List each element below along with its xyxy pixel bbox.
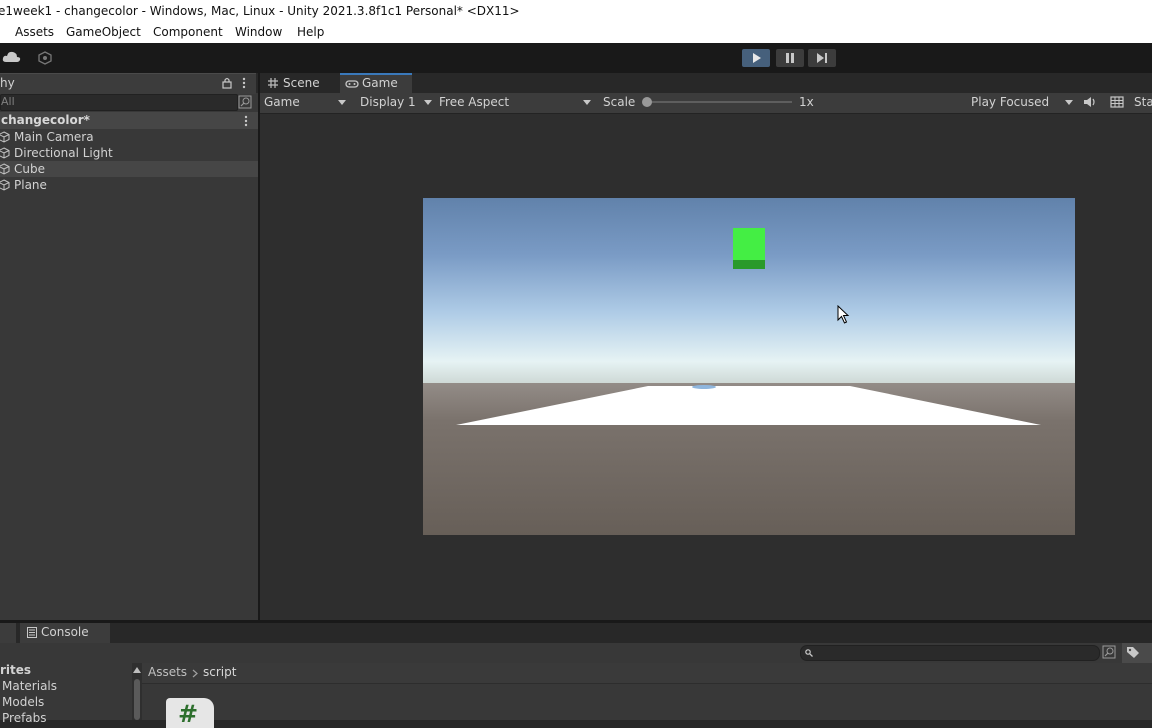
window-title-bar: e1week1 - changecolor - Windows, Mac, Li… — [0, 0, 1152, 22]
step-button[interactable] — [808, 49, 836, 67]
chevron-down-icon — [583, 100, 591, 105]
aspect-dropdown[interactable]: Free Aspect — [434, 93, 594, 112]
step-icon — [817, 53, 827, 63]
scale-label: Scale — [603, 95, 636, 109]
collab-icon[interactable] — [38, 51, 52, 65]
play-mode-label: Play Focused — [971, 95, 1050, 109]
script-icon-glyph: # — [178, 700, 199, 728]
display-dropdown[interactable]: Display 1 — [352, 93, 434, 112]
mouse-cursor-icon — [837, 305, 850, 324]
folder-models[interactable]: Models — [2, 695, 44, 709]
folder-tree-scrollbar[interactable] — [132, 663, 142, 720]
breadcrumb: Assets script — [142, 663, 1152, 684]
menu-gameobject[interactable]: GameObject — [66, 25, 141, 39]
csharp-script-asset[interactable]: # — [166, 698, 214, 728]
menu-component[interactable]: Component — [153, 25, 223, 39]
scene-grid-icon — [268, 78, 278, 88]
tab-console[interactable]: Console — [20, 623, 110, 643]
hierarchy-item-cube[interactable]: Cube — [0, 161, 258, 177]
project-folder-tree: rites Materials Models Prefabs — [0, 663, 132, 725]
play-button[interactable] — [742, 49, 770, 67]
chevron-down-icon — [1065, 100, 1073, 105]
folder-prefabs[interactable]: Prefabs — [2, 711, 47, 725]
scrollbar-thumb[interactable] — [134, 679, 140, 720]
scene-header[interactable]: changecolor* — [0, 112, 258, 129]
gameobject-icon — [0, 179, 10, 191]
search-by-type-icon[interactable] — [1102, 645, 1116, 659]
hierarchy-item-main-camera[interactable]: Main Camera — [0, 129, 258, 145]
audio-icon[interactable] — [1083, 96, 1097, 108]
window-title: e1week1 - changecolor - Windows, Mac, Li… — [0, 4, 520, 18]
tab-game[interactable]: Game — [340, 73, 412, 93]
gameobject-icon — [0, 147, 10, 159]
menu-window[interactable]: Window — [235, 25, 282, 39]
hierarchy-search-placeholder: All — [1, 95, 15, 108]
scene-name: changecolor* — [1, 113, 90, 127]
play-mode-dropdown[interactable]: Play Focused — [966, 93, 1078, 112]
scene-menu-icon[interactable] — [244, 115, 248, 127]
chevron-right-icon — [192, 669, 198, 678]
hierarchy-search-input[interactable]: All — [0, 94, 238, 111]
hierarchy-item-label: Plane — [14, 178, 47, 192]
kebab-menu-icon[interactable] — [242, 77, 246, 89]
folder-materials[interactable]: Materials — [2, 679, 57, 693]
play-icon — [753, 53, 761, 63]
stats-button[interactable]: Sta — [1134, 95, 1152, 109]
pause-button[interactable] — [776, 49, 804, 67]
chevron-down-icon — [338, 100, 346, 105]
display-label: Display 1 — [360, 95, 416, 109]
chevron-down-icon — [424, 100, 432, 105]
scale-slider-track[interactable] — [646, 101, 792, 103]
breadcrumb-assets[interactable]: Assets — [148, 665, 187, 679]
label-filter-button[interactable] — [1122, 643, 1152, 663]
bottom-tabbar — [0, 623, 1152, 643]
pause-icon — [786, 53, 794, 63]
menu-bar: Assets GameObject Component Window Help — [0, 22, 1152, 44]
menu-help[interactable]: Help — [297, 25, 324, 39]
view-mode-dropdown[interactable]: Game — [260, 93, 350, 112]
hierarchy-tab-label: hy — [0, 76, 15, 90]
hierarchy-item-label: Cube — [14, 162, 45, 176]
hierarchy-tab[interactable]: hy — [0, 73, 256, 94]
gameobject-icon — [0, 131, 10, 143]
hierarchy-item-directional-light[interactable]: Directional Light — [0, 145, 258, 161]
cloud-icon[interactable] — [2, 50, 22, 64]
lock-icon[interactable] — [222, 77, 232, 89]
scroll-up-icon[interactable] — [133, 667, 141, 673]
menu-assets[interactable]: Assets — [15, 25, 54, 39]
aspect-label: Free Aspect — [439, 95, 510, 109]
hierarchy-item-label: Main Camera — [14, 130, 94, 144]
console-icon — [27, 627, 37, 638]
console-tab-label: Console — [41, 625, 89, 639]
search-icon — [805, 649, 813, 657]
tab-scene[interactable]: Scene — [264, 73, 336, 93]
gameobject-icon — [0, 163, 10, 175]
tag-icon — [1127, 647, 1139, 658]
main-toolbar — [0, 43, 1152, 73]
hierarchy-item-label: Directional Light — [14, 146, 113, 160]
project-search-input[interactable] — [800, 645, 1100, 661]
game-viewport[interactable] — [423, 198, 1075, 535]
cube-object — [733, 228, 765, 269]
search-filter-icon[interactable] — [238, 95, 252, 109]
gamepad-icon — [345, 80, 359, 88]
breadcrumb-script[interactable]: script — [203, 665, 236, 679]
favorites-header: rites — [0, 663, 32, 677]
scale-slider-thumb[interactable] — [642, 97, 652, 107]
view-mode-label: Game — [264, 95, 300, 109]
project-tab[interactable] — [0, 623, 16, 643]
tab-scene-label: Scene — [283, 76, 320, 90]
tab-game-label: Game — [362, 76, 398, 90]
scale-value: 1x — [799, 95, 814, 109]
hierarchy-item-plane[interactable]: Plane — [0, 177, 258, 193]
gizmos-grid-icon[interactable] — [1110, 96, 1124, 108]
